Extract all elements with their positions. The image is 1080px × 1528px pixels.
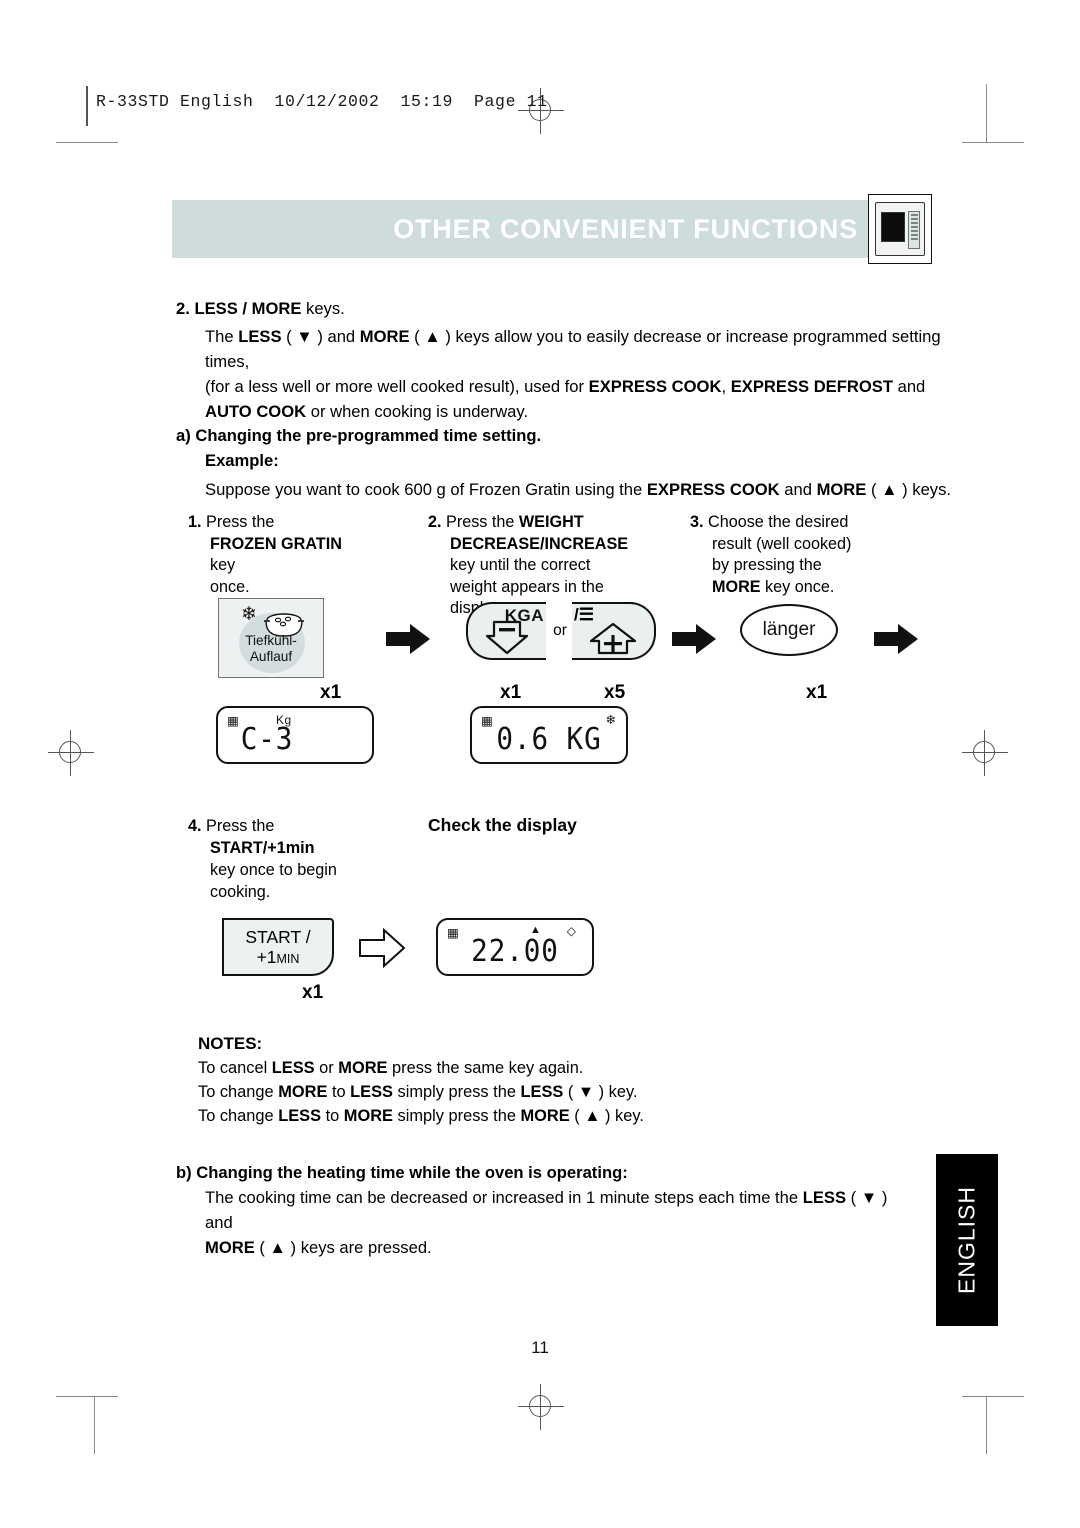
display-weight: ▦ ❄ 0.6 KG [470,706,628,764]
section-2-heading: 2. LESS / MORE keys. [176,299,345,318]
flow-arrow-1 [386,622,430,656]
section-a-body: Suppose you want to cook 600 g of Frozen… [205,480,952,499]
langer-more-key[interactable]: länger [740,604,838,656]
crop-mark-top-right [962,142,1024,144]
notes-block: NOTES: To cancel LESS or MORE press the … [198,1032,898,1128]
section-b-line-1: The cooking time can be decreased or inc… [205,1188,888,1232]
section-b-heading: b) Changing the heating time while the o… [176,1163,628,1182]
section-2-line-1: The LESS ( ▼ ) and MORE ( ▲ ) keys allow… [205,327,941,371]
section-a-heading: a) Changing the pre-programmed time sett… [176,426,542,445]
note-line-1: To cancel LESS or MORE press the same ke… [198,1059,584,1077]
page-title-banner: OTHER CONVENIENT FUNCTIONS [172,200,872,258]
registration-mark-left [48,730,94,776]
page-number: 11 [531,1338,549,1357]
display-c3-value: C-3 [240,722,294,757]
step-4: 4. Press the START/+1min key once to beg… [188,817,337,901]
crop-mark-bottom-left-v [94,1396,96,1454]
weight-increase-key[interactable]: /☰ [572,602,656,660]
up-arrow-plus-icon [589,622,637,655]
microwave-oven-icon [868,194,932,264]
note-line-3: To change LESS to MORE simply press the … [198,1107,644,1125]
display-time: ▦ ▲ ◇ 22.00 [436,918,594,976]
section-b-line-2: MORE ( ▲ ) keys are pressed. [205,1238,432,1257]
crop-mark-bottom-left [56,1396,118,1398]
weight-press-count: x1 [500,682,522,703]
flow-arrow-hollow [358,927,406,973]
snowflake-icon: ❄ [241,604,257,625]
step-3-line-4: MORE key once. [712,577,835,596]
weight-press-count-5: x5 [604,682,626,703]
document-header: R-33STD English 10/12/2002 15:19 Page 11 [96,92,548,111]
or-label: or [553,622,567,639]
section-2-block: 2. LESS / MORE keys. The LESS ( ▼ ) and … [176,296,976,424]
display-c3: ▦ Kg C-3 [216,706,374,764]
start-key-label-line1: START / [245,927,311,947]
crop-mark-bottom-right [962,1396,1024,1398]
note-line-2: To change MORE to LESS simply press the … [198,1083,638,1101]
crop-mark-top-right-v [986,84,988,142]
flow-arrow-3 [874,622,918,656]
registration-mark-bottom [518,1384,564,1430]
registration-mark-right [962,730,1008,776]
crop-mark-top-left [56,142,118,144]
start-press-count: x1 [302,982,324,1003]
crop-mark-bottom-right-v [986,1396,988,1454]
start-plus-1min-key[interactable]: START / +1MIN [222,918,334,976]
page-title: OTHER CONVENIENT FUNCTIONS [393,213,858,244]
step-1-line-2: FROZEN GRATIN key [210,534,342,575]
section-b-block: b) Changing the heating time while the o… [176,1160,896,1260]
section-2-line-3: AUTO COOK or when cooking is underway. [205,402,529,421]
section-2-line-2: (for a less well or more well cooked res… [205,377,926,396]
weight-decrease-key[interactable]: KGA [466,602,546,660]
display-weight-value: 0.6 KG [496,722,602,757]
down-arrow-minus-icon [485,620,529,655]
flow-arrow-2 [672,622,716,656]
display-time-value: 22.00 [471,934,559,969]
langer-key-label: länger [762,619,816,640]
frozen-gratin-key-label: Tiefkühl- Auflauf [245,633,297,664]
check-the-display-label: Check the display [428,815,577,835]
section-a-heading-block: a) Changing the pre-programmed time sett… [176,423,976,473]
notes-heading: NOTES: [198,1034,263,1053]
manual-page: R-33STD English 10/12/2002 15:19 Page 11… [0,0,1080,1528]
start-key-label-line2: +1MIN [256,947,300,967]
step-3: 3. Choose the desired result (well cooke… [690,512,880,598]
language-tab-label: ENGLISH [953,1186,980,1294]
section-a-example-label: Example: [205,451,279,470]
step-1: 1. Press the FROZEN GRATIN key once. [188,512,363,598]
langer-press-count: x1 [806,682,828,703]
frozen-gratin-key[interactable]: ❄ Tiefkühl- Auflauf [218,598,324,678]
gratin-press-count: x1 [320,682,342,703]
language-tab-english: ENGLISH [936,1154,998,1326]
header-rule [86,86,88,126]
